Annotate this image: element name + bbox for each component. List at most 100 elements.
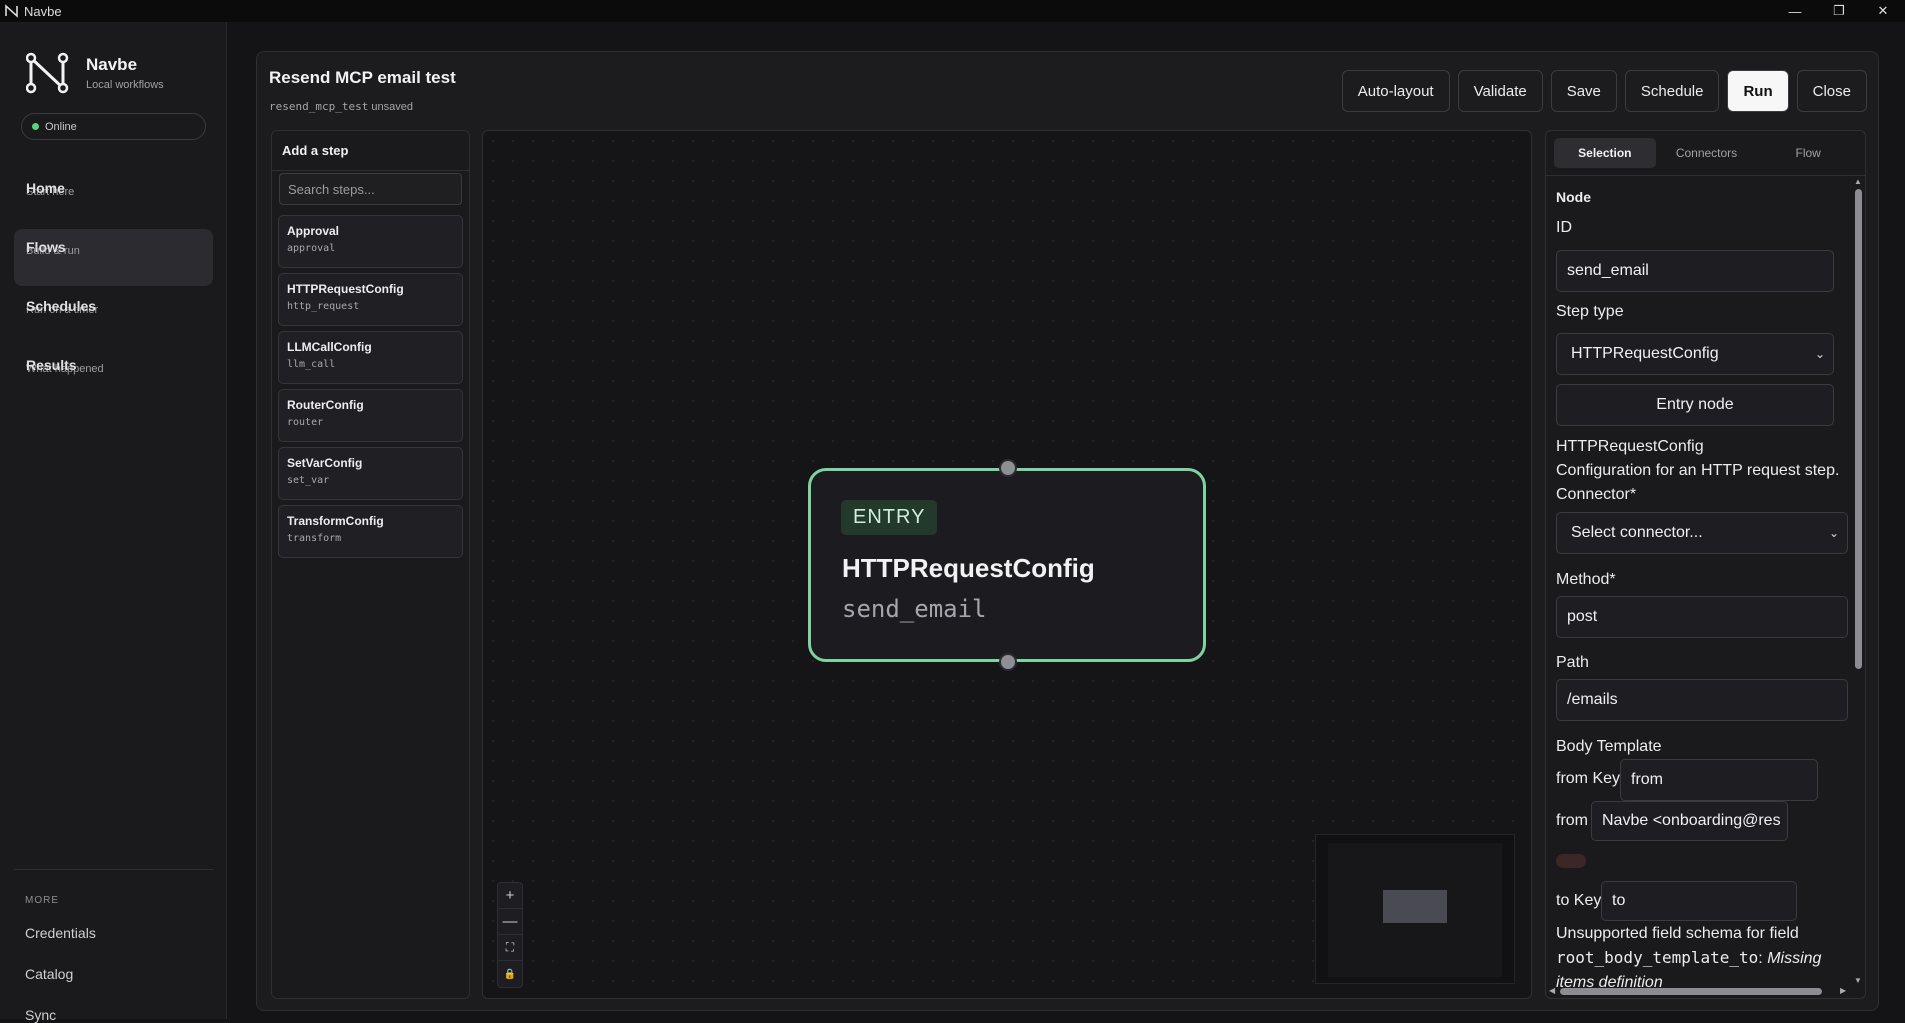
scroll-down-icon[interactable]: ▼ bbox=[1853, 976, 1863, 985]
schedule-button[interactable]: Schedule bbox=[1624, 70, 1720, 112]
step-item-title: Approval bbox=[287, 224, 340, 238]
sidebar-item-flows[interactable]: Flows Build & run bbox=[14, 229, 213, 286]
sidebar-nav: Home Start here Flows Build & run Schedu… bbox=[14, 170, 213, 406]
entry-node-button[interactable]: Entry node bbox=[1556, 384, 1834, 426]
input-handle[interactable] bbox=[999, 459, 1017, 477]
restore-button[interactable]: ❐ bbox=[1817, 0, 1861, 22]
minimize-button[interactable]: — bbox=[1773, 0, 1817, 22]
step-item-key: router bbox=[287, 417, 324, 428]
brand-name: Navbe bbox=[86, 55, 138, 74]
flow-meta: resend_mcp_test unsaved bbox=[269, 100, 413, 113]
config-description: HTTPRequestConfig Configuration for an H… bbox=[1556, 435, 1839, 507]
sidebar: Navbe Local workflows Online Home Start … bbox=[0, 22, 227, 1023]
chevron-down-icon: ⌄ bbox=[1828, 526, 1839, 540]
path-input[interactable]: /emails bbox=[1556, 679, 1848, 721]
flow-canvas[interactable]: ENTRY HTTPRequestConfig send_email + — ⛶… bbox=[482, 130, 1532, 999]
fit-view-button[interactable]: ⛶ bbox=[498, 935, 522, 961]
section-title: Node bbox=[1556, 189, 1591, 205]
body-template-label: Body Template bbox=[1556, 738, 1662, 755]
save-state: unsaved bbox=[371, 101, 413, 113]
minimap[interactable] bbox=[1315, 834, 1515, 984]
more-section-label: MORE bbox=[25, 895, 59, 906]
step-item-set-var[interactable]: SetVarConfig set_var bbox=[278, 447, 463, 500]
sidebar-item-catalog[interactable]: Catalog bbox=[25, 966, 73, 982]
config-desc: Configuration for an HTTP request step. bbox=[1556, 462, 1840, 479]
step-item-title: SetVarConfig bbox=[287, 456, 363, 470]
save-button[interactable]: Save bbox=[1550, 70, 1617, 112]
step-item-http-request[interactable]: HTTPRequestConfig http_request bbox=[278, 273, 463, 326]
method-input[interactable]: post bbox=[1556, 596, 1848, 638]
connector-select[interactable]: Select connector... ⌄ bbox=[1556, 512, 1848, 554]
path-label: Path bbox=[1556, 654, 1589, 671]
method-label: Method* bbox=[1556, 571, 1616, 588]
sidebar-item-label: Schedules bbox=[26, 298, 97, 314]
tab-flow[interactable]: Flow bbox=[1757, 138, 1859, 168]
step-item-key: transform bbox=[287, 533, 342, 544]
step-item-router[interactable]: RouterConfig router bbox=[278, 389, 463, 442]
connector-label: Connector* bbox=[1556, 486, 1637, 503]
close-button[interactable]: Close bbox=[1796, 70, 1867, 112]
page-title: Resend MCP email test bbox=[269, 68, 456, 87]
from-label: from bbox=[1556, 812, 1588, 829]
id-label: ID bbox=[1556, 219, 1572, 236]
flow-editor: Resend MCP email test resend_mcp_test un… bbox=[256, 51, 1879, 1011]
run-button[interactable]: Run bbox=[1727, 70, 1789, 112]
status-text: Online bbox=[45, 120, 77, 133]
chevron-down-icon: ⌄ bbox=[1814, 347, 1825, 361]
zoom-out-button[interactable]: — bbox=[498, 909, 522, 935]
to-key-label: to Key bbox=[1556, 892, 1602, 909]
step-item-transform[interactable]: TransformConfig transform bbox=[278, 505, 463, 558]
entry-badge: ENTRY bbox=[841, 500, 938, 535]
sidebar-item-home[interactable]: Home Start here bbox=[14, 170, 213, 227]
flow-node[interactable]: ENTRY HTTPRequestConfig send_email bbox=[808, 459, 1206, 671]
sidebar-item-schedules[interactable]: Schedules Run on a timer bbox=[14, 288, 213, 345]
minimap-node bbox=[1383, 890, 1447, 923]
sidebar-item-sync[interactable]: Sync bbox=[25, 1007, 56, 1023]
node-title: HTTPRequestConfig bbox=[842, 553, 1095, 583]
sidebar-divider bbox=[14, 869, 213, 870]
step-item-title: TransformConfig bbox=[287, 514, 384, 528]
id-input[interactable]: send_email bbox=[1556, 250, 1834, 292]
from-key-input[interactable]: from bbox=[1620, 759, 1818, 801]
validate-button[interactable]: Validate bbox=[1457, 70, 1543, 112]
scroll-thumb[interactable] bbox=[1560, 988, 1822, 995]
navbe-logo-icon bbox=[26, 52, 69, 94]
step-item-llm-call[interactable]: LLMCallConfig llm_call bbox=[278, 331, 463, 384]
scroll-left-icon[interactable]: ◀ bbox=[1549, 986, 1555, 995]
sidebar-item-credentials[interactable]: Credentials bbox=[25, 925, 96, 941]
config-name: HTTPRequestConfig bbox=[1556, 438, 1704, 455]
tab-connectors[interactable]: Connectors bbox=[1656, 138, 1758, 168]
search-steps-input[interactable] bbox=[279, 173, 462, 205]
remove-toggle[interactable] bbox=[1556, 854, 1586, 868]
connector-value: Select connector... bbox=[1571, 524, 1703, 541]
from-value-input[interactable]: Navbe <onboarding@res bbox=[1591, 801, 1788, 841]
steps-palette-title: Add a step bbox=[272, 131, 469, 171]
sidebar-item-label: Results bbox=[26, 357, 77, 373]
step-item-approval[interactable]: Approval approval bbox=[278, 215, 463, 268]
scroll-up-icon[interactable]: ▲ bbox=[1853, 177, 1863, 186]
sidebar-item-label: Flows bbox=[26, 239, 66, 255]
auto-layout-button[interactable]: Auto-layout bbox=[1341, 70, 1450, 112]
to-key-input[interactable]: to bbox=[1601, 881, 1797, 921]
step-item-key: approval bbox=[287, 243, 336, 254]
close-window-button[interactable]: ✕ bbox=[1861, 0, 1905, 22]
vertical-scrollbar[interactable]: ▲ ▼ bbox=[1853, 177, 1863, 985]
step-item-title: LLMCallConfig bbox=[287, 340, 372, 354]
canvas-controls: + — ⛶ 🔒 bbox=[497, 882, 523, 988]
step-type-select[interactable]: HTTPRequestConfig ⌄ bbox=[1556, 333, 1834, 375]
zoom-in-button[interactable]: + bbox=[498, 883, 522, 909]
sidebar-item-results[interactable]: Results What happened bbox=[14, 347, 213, 404]
window-titlebar: Navbe — ❐ ✕ bbox=[0, 0, 1905, 22]
schema-warning: Unsupported field schema for field root_… bbox=[1556, 922, 1848, 995]
brand-subtitle: Local workflows bbox=[86, 79, 164, 91]
scroll-right-icon[interactable]: ▶ bbox=[1840, 986, 1846, 995]
step-type-label: Step type bbox=[1556, 303, 1624, 320]
output-handle[interactable] bbox=[999, 653, 1017, 671]
brand: Navbe Local workflows bbox=[26, 52, 164, 94]
step-type-value: HTTPRequestConfig bbox=[1571, 345, 1719, 362]
lock-icon[interactable]: 🔒 bbox=[498, 961, 522, 987]
horizontal-scrollbar[interactable]: ◀ ▶ bbox=[1546, 986, 1856, 996]
tab-selection[interactable]: Selection bbox=[1554, 138, 1656, 168]
status-badge: Online bbox=[21, 113, 206, 140]
scroll-thumb[interactable] bbox=[1855, 189, 1862, 669]
